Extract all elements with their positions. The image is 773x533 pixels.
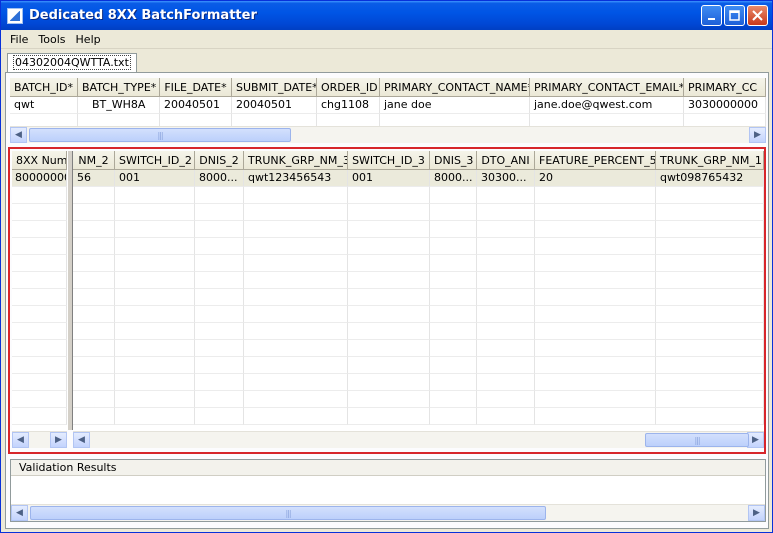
- menu-bar: File Tools Help: [1, 30, 772, 49]
- batch-col-header[interactable]: PRIMARY_CONTACT_EMAIL*: [530, 78, 684, 96]
- batch-cell[interactable]: [684, 114, 766, 126]
- batch-cell[interactable]: 3030000000: [684, 97, 766, 114]
- scroll-thumb[interactable]: [30, 506, 546, 520]
- scroll-thumb[interactable]: [29, 128, 291, 142]
- batch-cell[interactable]: chg1108: [317, 97, 380, 114]
- window-title: Dedicated 8XX BatchFormatter: [29, 8, 257, 23]
- menu-help[interactable]: Help: [71, 33, 106, 46]
- batch-cell[interactable]: [78, 114, 160, 126]
- menu-tools[interactable]: Tools: [33, 33, 70, 46]
- scroll-left-button[interactable]: ◀: [11, 505, 28, 521]
- app-icon: [7, 7, 23, 24]
- batch-cell[interactable]: [317, 114, 380, 126]
- batch-col-header[interactable]: PRIMARY_CONTACT_NAME*: [380, 78, 530, 96]
- minimize-button[interactable]: [701, 5, 722, 26]
- batch-cell[interactable]: qwt: [10, 97, 78, 114]
- tab-file[interactable]: 04302004QWTTA.txt: [7, 53, 137, 72]
- batch-col-header[interactable]: FILE_DATE*: [160, 78, 232, 96]
- close-button[interactable]: [747, 5, 768, 26]
- tab-label: 04302004QWTTA.txt: [13, 55, 131, 70]
- batch-col-header[interactable]: SUBMIT_DATE*: [232, 78, 317, 96]
- menu-file[interactable]: File: [5, 33, 33, 46]
- batch-cell[interactable]: jane.doe@qwest.com: [530, 97, 684, 114]
- table-row[interactable]: [10, 114, 766, 126]
- batch-cell[interactable]: BT_WH8A: [78, 97, 160, 114]
- maximize-button[interactable]: [724, 5, 745, 26]
- batch-cell[interactable]: [10, 114, 78, 126]
- scroll-track[interactable]: [28, 505, 748, 521]
- batch-cell[interactable]: [530, 114, 684, 126]
- batch-col-header[interactable]: BATCH_ID*: [10, 78, 78, 96]
- minimize-icon: [707, 17, 715, 20]
- validation-hscrollbar[interactable]: ◀ ▶: [11, 504, 765, 521]
- batch-col-header[interactable]: PRIMARY_CC: [684, 78, 766, 96]
- table-row[interactable]: qwt BT_WH8A 20040501 20040501 chg1108 ja…: [10, 97, 766, 114]
- window-controls: [701, 5, 768, 26]
- scroll-left-button[interactable]: ◀: [10, 127, 27, 143]
- maximize-icon: [729, 10, 740, 21]
- batch-cell[interactable]: [160, 114, 232, 126]
- batch-hscrollbar[interactable]: ◀ ▶: [10, 126, 766, 143]
- batch-col-header[interactable]: ORDER_ID: [317, 78, 380, 96]
- batch-grid: BATCH_ID* BATCH_TYPE* FILE_DATE* SUBMIT_…: [10, 78, 766, 126]
- batch-header-row: BATCH_ID* BATCH_TYPE* FILE_DATE* SUBMIT_…: [10, 78, 766, 97]
- batch-cell[interactable]: jane doe: [380, 97, 530, 114]
- scroll-track[interactable]: [27, 127, 749, 143]
- highlight-frame: [8, 147, 766, 454]
- batch-cell[interactable]: 20040501: [232, 97, 317, 114]
- title-bar[interactable]: Dedicated 8XX BatchFormatter: [1, 1, 772, 30]
- app-window: Dedicated 8XX BatchFormatter File Tools …: [0, 0, 773, 533]
- batch-cell[interactable]: [380, 114, 530, 126]
- batch-col-header[interactable]: BATCH_TYPE*: [78, 78, 160, 96]
- close-icon: [752, 10, 763, 21]
- batch-cell[interactable]: [232, 114, 317, 126]
- scroll-right-button[interactable]: ▶: [748, 505, 765, 521]
- validation-title: Validation Results: [11, 460, 765, 476]
- scroll-right-button[interactable]: ▶: [749, 127, 766, 143]
- batch-cell[interactable]: 20040501: [160, 97, 232, 114]
